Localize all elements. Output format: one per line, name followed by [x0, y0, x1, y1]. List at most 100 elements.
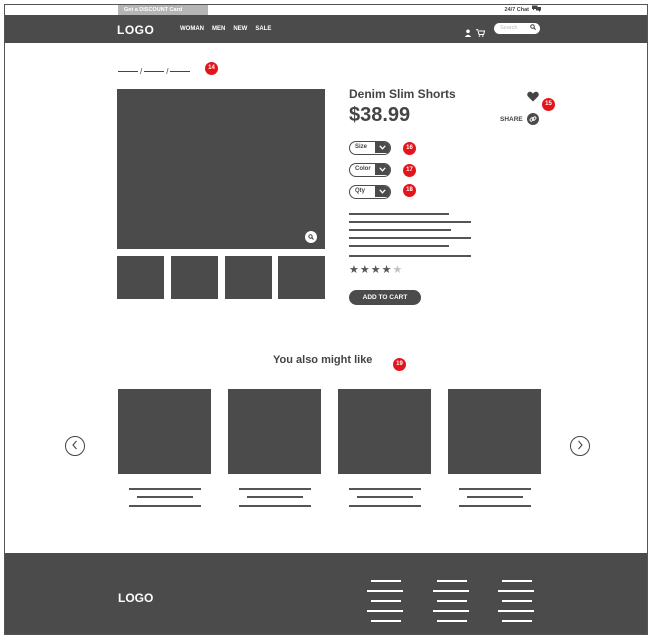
related-product-text: [137, 496, 193, 498]
related-product-name: [349, 488, 421, 490]
related-product-text: [247, 496, 303, 498]
share-button[interactable]: SHARE: [500, 113, 539, 125]
chevron-right-icon: [576, 437, 584, 455]
size-select-label: Size: [355, 144, 368, 150]
discount-card-link[interactable]: Get a DISCOUNT Card: [118, 5, 208, 15]
description-line: [349, 245, 449, 247]
footer-link[interactable]: [433, 610, 469, 612]
annotation-badge: 18: [403, 184, 416, 197]
footer-logo[interactable]: LOGO: [118, 591, 153, 605]
star-filled-icon: ★: [370, 264, 381, 276]
footer-link[interactable]: [371, 580, 401, 582]
nav-new[interactable]: NEW: [233, 26, 247, 32]
footer-link[interactable]: [367, 610, 403, 612]
carousel-prev-button[interactable]: [65, 436, 85, 456]
footer-link[interactable]: [437, 620, 467, 622]
heart-icon[interactable]: [527, 89, 539, 107]
share-label: SHARE: [500, 115, 523, 123]
breadcrumb-item[interactable]: [144, 70, 165, 73]
breadcrumb-separator: /: [166, 67, 169, 76]
nav-woman[interactable]: WOMAN: [180, 26, 204, 32]
footer-link[interactable]: [502, 600, 532, 602]
description-line: [349, 255, 471, 257]
product-page: Get a DISCOUNT Card 24/7 Chat LOGO WOMAN…: [4, 4, 648, 635]
related-product-text: [349, 505, 421, 507]
cart-icon[interactable]: [476, 24, 486, 42]
carousel-next-button[interactable]: [570, 436, 590, 456]
related-product-name: [239, 488, 311, 490]
product-thumbnail[interactable]: [117, 256, 164, 299]
product-main-image[interactable]: [117, 89, 325, 249]
annotation-badge: 16: [403, 142, 416, 155]
description-line: [349, 213, 449, 215]
chevron-down-icon: [375, 186, 390, 197]
annotation-badge: 19: [393, 358, 406, 371]
site-header: LOGO WOMAN MEN NEW SALE Search: [5, 15, 647, 43]
footer-link[interactable]: [502, 620, 532, 622]
link-icon: [526, 113, 539, 125]
header-logo[interactable]: LOGO: [117, 23, 154, 37]
footer-link[interactable]: [437, 600, 467, 602]
description-line: [349, 221, 471, 223]
footer-link[interactable]: [498, 590, 534, 592]
footer-link[interactable]: [371, 620, 401, 622]
related-product-name: [459, 488, 531, 490]
color-select-label: Color: [355, 166, 371, 172]
quantity-select-label: Qty: [355, 188, 366, 194]
chat-label: 24/7 Chat: [504, 7, 529, 13]
related-product-text: [129, 505, 201, 507]
search-icon[interactable]: [530, 23, 536, 34]
color-select[interactable]: Color: [349, 163, 391, 177]
add-to-cart-button[interactable]: ADD TO CART: [349, 290, 421, 305]
related-title: You also might like: [273, 354, 373, 366]
product-thumbnail[interactable]: [171, 256, 218, 299]
quantity-select[interactable]: Qty: [349, 185, 391, 199]
footer-link[interactable]: [498, 610, 534, 612]
related-product-image[interactable]: [448, 389, 541, 474]
footer-link[interactable]: [433, 590, 469, 592]
related-product-text: [357, 496, 413, 498]
search-input[interactable]: Search: [494, 23, 540, 34]
chevron-down-icon: [375, 142, 390, 153]
chevron-down-icon: [375, 164, 390, 175]
user-icon[interactable]: [464, 24, 472, 42]
footer-link[interactable]: [367, 590, 403, 592]
star-filled-icon: ★: [381, 264, 392, 276]
product-price: $38.99: [349, 104, 411, 126]
star-empty-icon: ★: [392, 264, 403, 276]
product-thumbnail[interactable]: [225, 256, 272, 299]
footer-link[interactable]: [437, 580, 467, 582]
related-product-text: [459, 505, 531, 507]
size-select[interactable]: Size: [349, 141, 391, 155]
annotation-badge: 15: [542, 98, 555, 111]
breadcrumb-separator: /: [140, 67, 143, 76]
search-placeholder: Search: [500, 25, 518, 31]
star-filled-icon: ★: [349, 264, 359, 276]
related-product-name: [129, 488, 201, 490]
star-filled-icon: ★: [359, 264, 370, 276]
related-product-image[interactable]: [228, 389, 321, 474]
product-rating: ★ ★ ★ ★ ★: [349, 265, 402, 276]
chat-link[interactable]: 24/7 Chat: [505, 5, 541, 15]
breadcrumb-item[interactable]: [118, 70, 138, 73]
footer-link[interactable]: [502, 580, 532, 582]
related-product-image[interactable]: [118, 389, 211, 474]
chevron-left-icon: [71, 437, 79, 455]
breadcrumb-item[interactable]: [170, 70, 191, 73]
related-product-text: [467, 496, 523, 498]
nav-men[interactable]: MEN: [212, 26, 225, 32]
annotation-badge: 14: [205, 62, 218, 75]
chat-icon: [532, 5, 541, 16]
description-line: [349, 237, 471, 239]
footer-link[interactable]: [371, 600, 401, 602]
product-title: Denim Slim Shorts: [349, 87, 456, 101]
zoom-icon[interactable]: [305, 231, 317, 243]
related-product-image[interactable]: [338, 389, 431, 474]
site-footer: LOGO: [5, 553, 647, 634]
header-icons: [464, 24, 486, 42]
annotation-badge: 17: [403, 164, 416, 177]
nav-sale[interactable]: SALE: [255, 26, 271, 32]
product-thumbnail[interactable]: [278, 256, 325, 299]
related-product-text: [239, 505, 311, 507]
breadcrumb: / /: [118, 67, 191, 76]
